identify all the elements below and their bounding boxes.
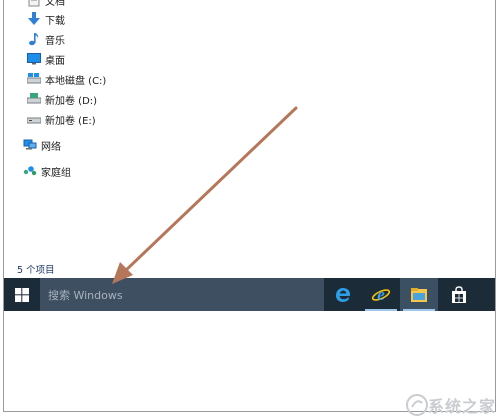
- annotation-arrow: [112, 106, 298, 284]
- watermark-text: 系统之家: [427, 397, 496, 416]
- watermark-logo-icon: [405, 394, 428, 416]
- watermark: 系统之家: [405, 393, 496, 417]
